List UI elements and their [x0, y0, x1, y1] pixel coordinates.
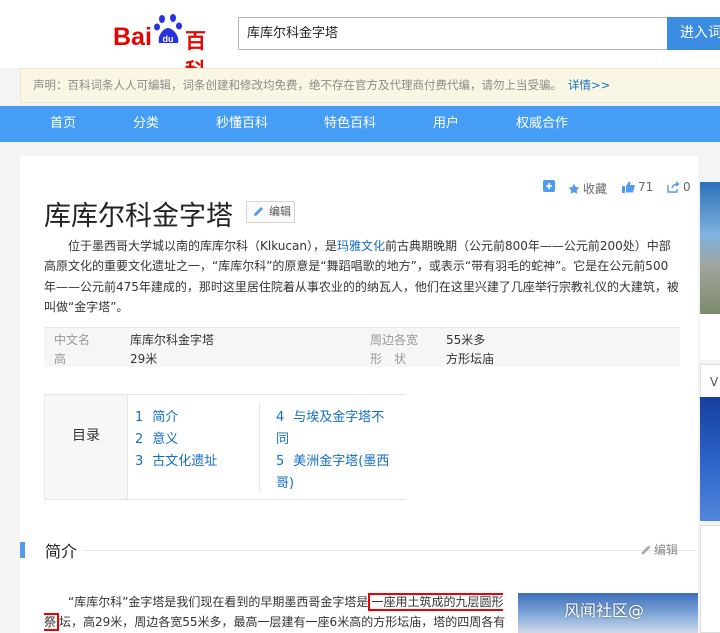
shape-label: 形 状 — [370, 352, 407, 366]
sidebar-gap — [700, 314, 720, 360]
main-nav: 首页 分类 秒懂百科 特色百科 用户 权威合作 — [0, 106, 720, 142]
maya-culture-link[interactable]: 玛雅文化 — [337, 239, 385, 253]
sidebar-v-letter: V — [710, 375, 719, 389]
toc-text: 意义 — [152, 432, 179, 447]
toc-text: 古文化遗址 — [152, 454, 218, 469]
toc-divider — [259, 403, 260, 491]
toc-num: 1 — [135, 410, 144, 425]
add-button[interactable] — [543, 180, 555, 192]
section-divider — [84, 550, 696, 551]
star-icon — [568, 183, 580, 194]
chinese-name-value: 库库尔科金字塔 — [130, 333, 215, 347]
article-card: 收藏 71 0 库库尔科金字塔 编辑 位于墨西哥大学城以南的库库尔科（Klkuc… — [20, 156, 698, 633]
perimeter-label: 周边各宽 — [370, 333, 419, 347]
table-of-contents: 目录 1 简介 2 意义 3 古文化遗址 4 与埃及金字塔不同 5 美洲金字塔(墨西哥) — [44, 394, 406, 500]
toc-item-ruins[interactable]: 3 古文化遗址 — [135, 451, 217, 473]
article-summary: 位于墨西哥大学城以南的库库尔科（Klkucan），是玛雅文化前古典期晚期（公元前… — [44, 236, 680, 318]
share-count: 0 — [683, 180, 691, 194]
intro-paragraph: “库库尔科”金字塔是我们现在看到的早期墨西哥金字塔是 一座用土筑成的九层圆形祭 坛，… — [44, 592, 516, 633]
thumbs-up-icon — [622, 181, 635, 193]
toc-text: 与埃及金字塔不同 — [276, 410, 385, 447]
pencil-icon — [641, 545, 651, 554]
nav-user[interactable]: 用户 — [433, 106, 459, 142]
like-count: 71 — [638, 180, 654, 194]
toc-text: 简介 — [152, 410, 179, 425]
sidebar-ad-image[interactable] — [700, 397, 720, 521]
logo-bai-text: Bai — [113, 23, 152, 51]
edit-title-button[interactable]: 编辑 — [246, 201, 295, 223]
toc-num: 5 — [276, 454, 285, 469]
disclaimer-notice: 声明：百科词条人人可编辑，词条创建和修改均免费，绝不存在官方及代理商付费代编，请… — [20, 68, 720, 103]
like-button[interactable]: 71 — [622, 180, 653, 194]
summary-text-a: 位于墨西哥大学城以南的库库尔科（Klkucan），是 — [68, 239, 337, 253]
nav-authority[interactable]: 权威合作 — [516, 106, 568, 142]
shape-value: 方形坛庙 — [446, 352, 495, 366]
section-edit-label: 编辑 — [654, 543, 679, 557]
baidu-baike-logo[interactable]: Bai du 百科 — [113, 11, 225, 83]
sidebar-box-bottom — [700, 525, 720, 633]
notice-details-link[interactable]: 详情>> — [568, 78, 610, 92]
toc-item-intro[interactable]: 1 简介 — [135, 407, 178, 429]
collect-label: 收藏 — [583, 182, 608, 196]
toc-num: 3 — [135, 454, 144, 469]
nav-category[interactable]: 分类 — [133, 106, 159, 142]
logo-du-text: du — [163, 34, 174, 44]
paw-logo-icon: du — [154, 14, 182, 44]
plus-icon — [543, 180, 555, 192]
nav-miaodong[interactable]: 秒懂百科 — [216, 106, 268, 142]
toc-item-america[interactable]: 5 美洲金字塔(墨西哥) — [276, 451, 396, 495]
toc-text: 美洲金字塔(墨西哥) — [276, 454, 390, 491]
section-intro-heading: 简介 编辑 — [20, 538, 698, 566]
toc-item-meaning[interactable]: 2 意义 — [135, 429, 178, 451]
nav-home[interactable]: 首页 — [50, 106, 76, 142]
toc-num: 4 — [276, 410, 285, 425]
entry-image[interactable] — [700, 182, 720, 314]
pencil-icon — [254, 207, 263, 216]
collect-button[interactable]: 收藏 — [568, 180, 607, 197]
height-label: 高 — [54, 352, 67, 366]
page-title: 库库尔科金字塔 — [44, 201, 233, 232]
nav-featured[interactable]: 特色百科 — [324, 106, 376, 142]
toc-num: 2 — [135, 432, 144, 447]
enter-entry-button[interactable]: 进入词条 — [667, 17, 720, 74]
height-value: 29米 — [130, 352, 158, 366]
share-icon — [667, 181, 680, 193]
section-title: 简介 — [45, 542, 78, 561]
site-header: Bai du 百科 库库尔科金字塔 进入词条 — [0, 0, 720, 83]
edit-title-label: 编辑 — [269, 205, 291, 218]
notice-text: 声明：百科词条人人可编辑，词条创建和修改均免费，绝不存在官方及代理商付费代编，请… — [33, 78, 562, 92]
toc-label: 目录 — [44, 395, 128, 499]
perimeter-value: 55米多 — [446, 333, 486, 347]
para-text-b: 坛，高29米，周边各宽55米多，最高一层建有一座6米高的方形坛庙，塔的四周各有9… — [59, 615, 506, 629]
section-edit-button[interactable]: 编辑 — [640, 541, 678, 558]
watermark: 风闻社区@ — [564, 601, 645, 620]
basic-info-table: 中文名 库库尔科金字塔 周边各宽 55米多 高 29米 形 状 方形坛庙 — [44, 327, 680, 367]
para-text-a: “库库尔科”金字塔是我们现在看到的早期墨西哥金字塔是 — [68, 595, 369, 609]
section-bar — [20, 542, 25, 558]
toc-item-egypt[interactable]: 4 与埃及金字塔不同 — [276, 407, 396, 451]
share-button[interactable]: 0 — [667, 180, 691, 194]
search-input[interactable]: 库库尔科金字塔 — [238, 17, 668, 50]
chinese-name-label: 中文名 — [54, 333, 91, 347]
